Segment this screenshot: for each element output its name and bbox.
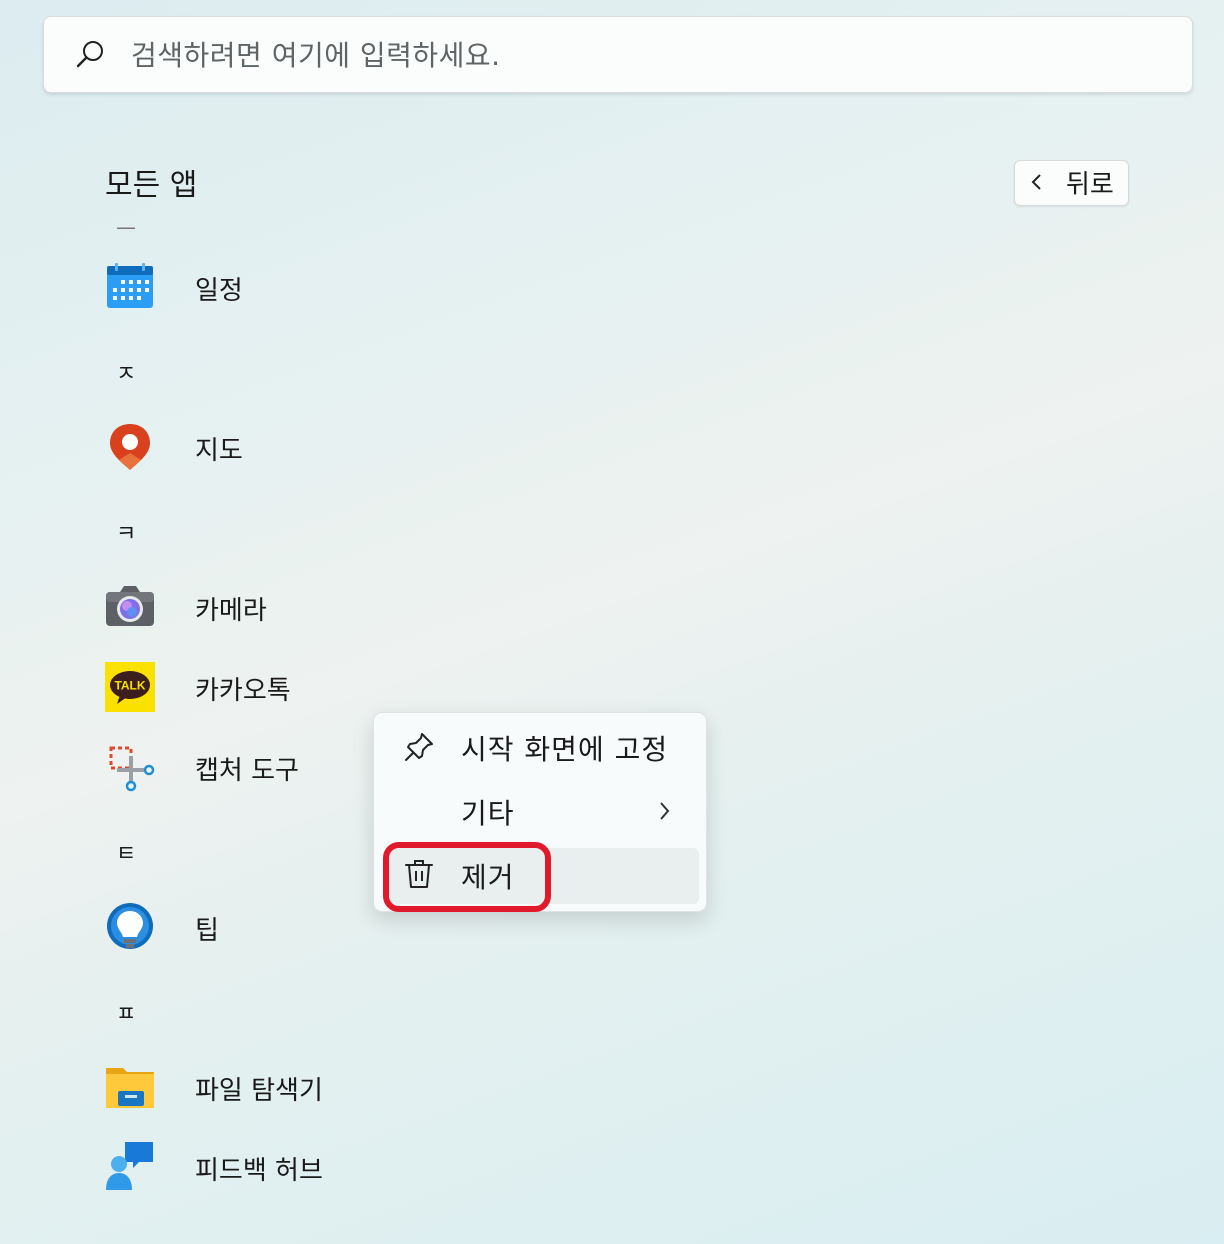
kakao-badge-text: TALK xyxy=(114,679,145,693)
maps-icon[interactable] xyxy=(105,422,155,472)
group-letter[interactable]: ㅈ xyxy=(116,356,136,388)
app-item-kakaotalk[interactable]: 카카오톡 xyxy=(195,670,291,707)
chevron-right-icon xyxy=(660,802,670,820)
snipping-tool-icon[interactable] xyxy=(105,742,155,792)
app-item-calendar[interactable]: 일정 xyxy=(195,270,243,307)
group-letter[interactable]: ㅌ xyxy=(116,836,136,868)
feedback-hub-icon[interactable] xyxy=(105,1142,155,1192)
chevron-left-icon xyxy=(1031,174,1041,190)
tips-icon[interactable] xyxy=(105,902,155,952)
group-letter[interactable]: ㅍ xyxy=(116,996,136,1028)
group-letter: ㅡ xyxy=(116,218,137,243)
calendar-icon[interactable] xyxy=(105,262,155,312)
app-item-tips[interactable]: 팁 xyxy=(195,910,219,947)
pin-icon xyxy=(405,733,433,761)
kakaotalk-icon[interactable]: TALK xyxy=(105,662,155,712)
menu-item-pin-to-start[interactable]: 시작 화면에 고정 xyxy=(461,728,668,768)
group-letter[interactable]: ㅋ xyxy=(116,516,136,548)
camera-icon[interactable] xyxy=(105,582,155,632)
app-item-snipping-tool[interactable]: 캡처 도구 xyxy=(195,750,299,787)
page-title: 모든 앱 xyxy=(105,168,198,203)
menu-item-more[interactable]: 기타 xyxy=(461,792,515,832)
app-item-maps[interactable]: 지도 xyxy=(195,430,243,467)
back-button-label: 뒤로 xyxy=(1066,170,1114,200)
search-icon xyxy=(76,41,103,68)
app-item-camera[interactable]: 카메라 xyxy=(195,590,267,627)
search-placeholder: 검색하려면 여기에 입력하세요. xyxy=(131,39,501,72)
highlight-annotation xyxy=(383,842,551,912)
file-explorer-icon[interactable] xyxy=(105,1062,155,1112)
app-item-feedback-hub[interactable]: 피드백 허브 xyxy=(195,1150,323,1187)
app-item-file-explorer[interactable]: 파일 탐색기 xyxy=(195,1070,323,1107)
